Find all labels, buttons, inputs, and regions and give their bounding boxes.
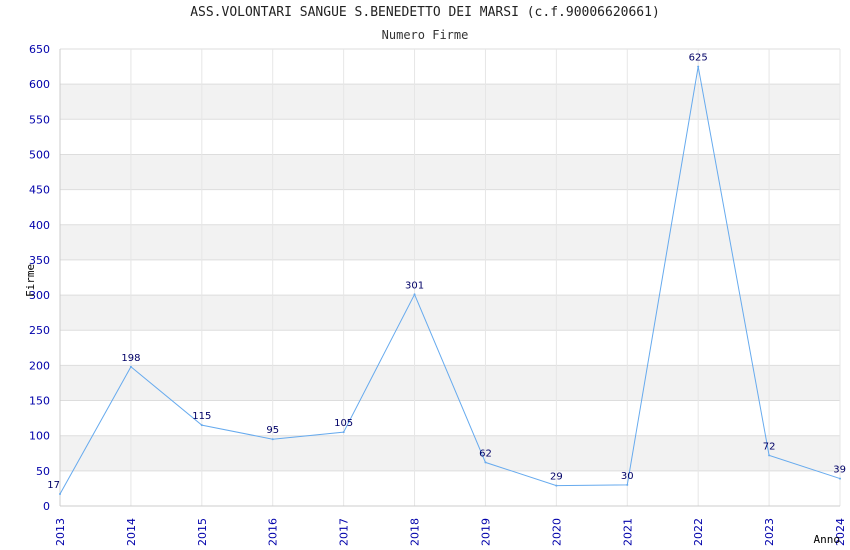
- grid-band: [60, 189, 840, 225]
- data-point: [271, 438, 274, 441]
- data-point: [129, 365, 132, 368]
- grid-band: [60, 84, 840, 120]
- x-tick-label: 2017: [338, 518, 351, 546]
- grid-bands: [60, 49, 840, 506]
- grid-band: [60, 295, 840, 331]
- x-tick-label: 2014: [125, 518, 138, 546]
- data-label: 62: [479, 448, 492, 459]
- data-label: 198: [121, 353, 140, 364]
- grid-band: [60, 224, 840, 260]
- data-label: 30: [621, 471, 634, 482]
- grid-band: [60, 119, 840, 155]
- x-tick-label: 2018: [409, 518, 422, 546]
- data-label: 39: [833, 465, 846, 476]
- y-tick-label: 600: [29, 78, 50, 91]
- x-tick-label: 2021: [621, 518, 634, 546]
- data-point: [413, 293, 416, 296]
- data-label: 17: [47, 480, 60, 491]
- x-tick-label: 2019: [479, 518, 492, 546]
- data-point: [484, 461, 487, 464]
- data-point: [200, 424, 203, 427]
- y-tick-label: 200: [29, 359, 50, 372]
- x-tick-label: 2020: [550, 518, 563, 546]
- grid-band: [60, 365, 840, 401]
- data-label: 95: [266, 425, 279, 436]
- y-tick-label: 250: [29, 324, 50, 337]
- y-tick-label: 650: [29, 43, 50, 56]
- y-tick-label: 100: [29, 430, 50, 443]
- data-label: 29: [550, 472, 563, 483]
- grid-band: [60, 49, 840, 85]
- grid-band: [60, 330, 840, 366]
- data-point: [697, 65, 700, 68]
- data-label: 72: [763, 441, 776, 452]
- y-axis-label: Firme: [24, 264, 37, 297]
- grid-band: [60, 259, 840, 296]
- line-chart: 050100150200250300350400450500550600650 …: [24, 43, 847, 546]
- y-tick-label: 400: [29, 219, 50, 232]
- data-label: 625: [689, 53, 708, 64]
- y-tick-label: 50: [36, 465, 50, 478]
- data-point: [768, 454, 771, 457]
- grid-band: [60, 435, 840, 471]
- x-tick-labels: 2013 2014 2015 2016 2017 2018 2019 2020 2021 2022…: [54, 518, 847, 546]
- x-tick-label: 2013: [54, 518, 67, 546]
- data-label: 301: [405, 280, 424, 291]
- x-tick-label: 2023: [763, 518, 776, 546]
- grid-band: [60, 470, 840, 506]
- y-tick-label: 450: [29, 184, 50, 197]
- x-tick-label: 2016: [267, 518, 280, 546]
- grid-band: [60, 400, 840, 436]
- y-tick-label: 550: [29, 113, 50, 126]
- data-label: 105: [334, 418, 353, 429]
- data-point: [342, 431, 345, 434]
- data-point: [626, 483, 629, 486]
- y-tick-label: 500: [29, 148, 50, 161]
- y-tick-label: 150: [29, 395, 50, 408]
- data-label: 115: [192, 411, 211, 422]
- x-tick-label: 2022: [692, 518, 705, 546]
- y-tick-label: 0: [43, 500, 50, 513]
- x-axis-label: Anno: [814, 533, 841, 546]
- x-tick-label: 2015: [196, 518, 209, 546]
- data-point: [839, 477, 841, 480]
- grid-band: [60, 154, 840, 190]
- data-point: [555, 484, 558, 487]
- data-point: [59, 493, 61, 496]
